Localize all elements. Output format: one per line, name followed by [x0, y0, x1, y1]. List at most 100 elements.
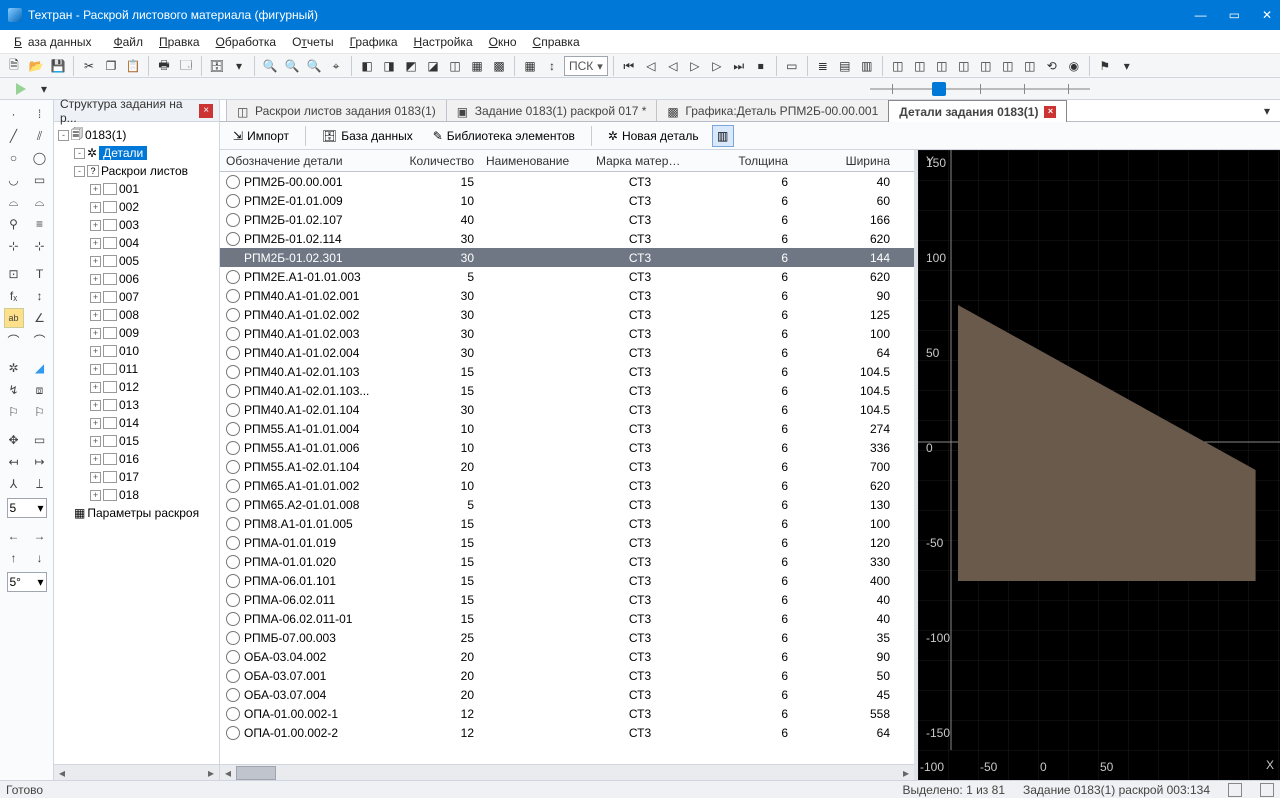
- back-icon[interactable]: ◁: [663, 56, 683, 76]
- table-row[interactable]: РПМ55.А1-01.01.00410СТ36274: [220, 419, 914, 438]
- dots-icon[interactable]: ⁞: [30, 104, 50, 124]
- g4-icon[interactable]: ◫: [954, 56, 974, 76]
- new-part-button[interactable]: ✲ Новая деталь: [601, 125, 706, 147]
- pole2-icon[interactable]: ⊹: [30, 236, 50, 256]
- tool-b-icon[interactable]: ≣: [813, 56, 833, 76]
- menu-process[interactable]: Обработка: [210, 33, 283, 51]
- new-icon[interactable]: 🗎: [4, 56, 24, 76]
- menu-window[interactable]: Окно: [483, 33, 523, 51]
- tree-leaf[interactable]: + 003: [56, 216, 217, 234]
- flag-icon[interactable]: ⚑: [1095, 56, 1115, 76]
- table-row[interactable]: ОБА-03.04.00220СТ3690: [220, 647, 914, 666]
- zoom-out-icon[interactable]: 🔍: [282, 56, 302, 76]
- iso-4-icon[interactable]: ◪: [423, 56, 443, 76]
- shape2-icon[interactable]: ⌓: [30, 192, 50, 212]
- close-tab-icon[interactable]: ×: [1044, 106, 1056, 118]
- preview-icon[interactable]: 🗔: [176, 56, 196, 76]
- grid-icon[interactable]: ▦: [520, 56, 540, 76]
- tree-root[interactable]: 0183(1): [85, 128, 126, 142]
- tool-c-icon[interactable]: ▤: [835, 56, 855, 76]
- import-button[interactable]: ⇲ Импорт: [226, 125, 296, 147]
- move-icon[interactable]: ✥: [4, 430, 24, 450]
- slider-thumb[interactable]: [932, 82, 946, 96]
- table-row[interactable]: РПМ2Б-01.02.30130СТ36144: [220, 248, 914, 267]
- view-toggle-button[interactable]: ▥: [712, 125, 734, 147]
- mirror-icon[interactable]: ⧈: [30, 380, 50, 400]
- g6-icon[interactable]: ◫: [998, 56, 1018, 76]
- table-row[interactable]: РПМ2Е-01.01.00910СТ3660: [220, 191, 914, 210]
- g9-icon[interactable]: ◉: [1064, 56, 1084, 76]
- menu-settings[interactable]: Настройка: [408, 33, 479, 51]
- snap-icon[interactable]: ↕: [542, 56, 562, 76]
- pin2-icon[interactable]: ≡: [30, 214, 50, 234]
- table-row[interactable]: ОБА-03.07.00420СТ3645: [220, 685, 914, 704]
- zoom-in-icon[interactable]: 🔍: [260, 56, 280, 76]
- table-row[interactable]: РПМА-01.01.01915СТ36120: [220, 533, 914, 552]
- save-icon[interactable]: 💾: [48, 56, 68, 76]
- col-thickness[interactable]: Толщина: [690, 154, 794, 168]
- tabs-menu-icon[interactable]: ▾: [1260, 101, 1280, 121]
- g2-icon[interactable]: ◫: [910, 56, 930, 76]
- tree-leaf[interactable]: + 007: [56, 288, 217, 306]
- tree-leaf[interactable]: + 013: [56, 396, 217, 414]
- status-toggle-1[interactable]: [1228, 783, 1242, 797]
- arrow-l-icon[interactable]: ↤: [4, 452, 24, 472]
- iso-2-icon[interactable]: ◨: [379, 56, 399, 76]
- table-row[interactable]: РПМ40.А1-01.02.00430СТ3664: [220, 343, 914, 362]
- gear-small-icon[interactable]: ✲: [4, 358, 24, 378]
- g1-icon[interactable]: ◫: [888, 56, 908, 76]
- fx-icon[interactable]: fₓ: [4, 286, 24, 306]
- chevron-down-icon[interactable]: ▾: [229, 56, 249, 76]
- tree-leaf[interactable]: + 005: [56, 252, 217, 270]
- iso-1-icon[interactable]: ◧: [357, 56, 377, 76]
- tree-leaf[interactable]: + 014: [56, 414, 217, 432]
- g8-icon[interactable]: ⟲: [1042, 56, 1062, 76]
- tree-leaf[interactable]: + 018: [56, 486, 217, 504]
- tree-leaf[interactable]: + 010: [56, 342, 217, 360]
- ucs-combo[interactable]: ПСК ▾: [564, 56, 608, 76]
- tab-parts[interactable]: Детали задания 0183(1)×: [888, 100, 1067, 122]
- table-row[interactable]: РПМ2Б-01.02.10740СТ36166: [220, 210, 914, 229]
- link-icon[interactable]: ↯: [4, 380, 24, 400]
- g7-icon[interactable]: ◫: [1020, 56, 1040, 76]
- preview-pane[interactable]: Y 150100500-50-100-150 -100-50050 X: [918, 150, 1280, 780]
- iso-6-icon[interactable]: ▦: [467, 56, 487, 76]
- close-panel-icon[interactable]: ×: [199, 104, 213, 118]
- line-icon[interactable]: ╱: [4, 126, 24, 146]
- text-icon[interactable]: T: [30, 264, 50, 284]
- tab-layouts[interactable]: ◫Раскрои листов задания 0183(1): [226, 100, 447, 121]
- tool-a-icon[interactable]: ▭: [782, 56, 802, 76]
- table-row[interactable]: РПМ8.А1-01.01.00515СТ36100: [220, 514, 914, 533]
- table-row[interactable]: ОБА-03.07.00120СТ3650: [220, 666, 914, 685]
- spin-value[interactable]: 5▾: [7, 498, 47, 518]
- pin-icon[interactable]: ⚲: [4, 214, 24, 234]
- play-drop-icon[interactable]: ▾: [34, 79, 54, 99]
- menu-database[interactable]: База данных: [8, 33, 103, 51]
- tree-leaf[interactable]: + 016: [56, 450, 217, 468]
- tab-graphics[interactable]: ▩Графика:Деталь РПМ2Б-00.00.001: [656, 100, 889, 121]
- slider[interactable]: [870, 82, 1090, 96]
- skip-last-icon[interactable]: ⏭: [729, 56, 749, 76]
- table-row[interactable]: РПМ40.А1-01.02.00330СТ36100: [220, 324, 914, 343]
- col-naming[interactable]: Наименование: [480, 154, 590, 168]
- pole-icon[interactable]: ⊹: [4, 236, 24, 256]
- tree-leaf[interactable]: + 015: [56, 432, 217, 450]
- tree-leaf[interactable]: + 012: [56, 378, 217, 396]
- table-row[interactable]: РПМ40.А1-02.01.10430СТ36104.5: [220, 400, 914, 419]
- zoom-fit-icon[interactable]: 🔍: [304, 56, 324, 76]
- tool-d-icon[interactable]: ▥: [857, 56, 877, 76]
- down-icon[interactable]: ↓: [30, 548, 50, 568]
- db-icon[interactable]: 🗄: [207, 56, 227, 76]
- up-icon[interactable]: ↑: [4, 548, 24, 568]
- menu-help[interactable]: Справка: [527, 33, 586, 51]
- arc-icon[interactable]: ◡: [4, 170, 24, 190]
- ruler-icon[interactable]: ⟘: [30, 474, 50, 494]
- dim1-icon[interactable]: ⊡: [4, 264, 24, 284]
- tree-h-scroll[interactable]: ◂▸: [54, 764, 219, 780]
- zoom-window-icon[interactable]: ⌖: [326, 56, 346, 76]
- table-row[interactable]: РПМБ-07.00.00325СТ3635: [220, 628, 914, 647]
- arc3-icon[interactable]: ⌒: [30, 330, 50, 350]
- table-row[interactable]: РПМА-06.02.01115СТ3640: [220, 590, 914, 609]
- menu-edit[interactable]: Правка: [153, 33, 206, 51]
- tree-leaf[interactable]: + 011: [56, 360, 217, 378]
